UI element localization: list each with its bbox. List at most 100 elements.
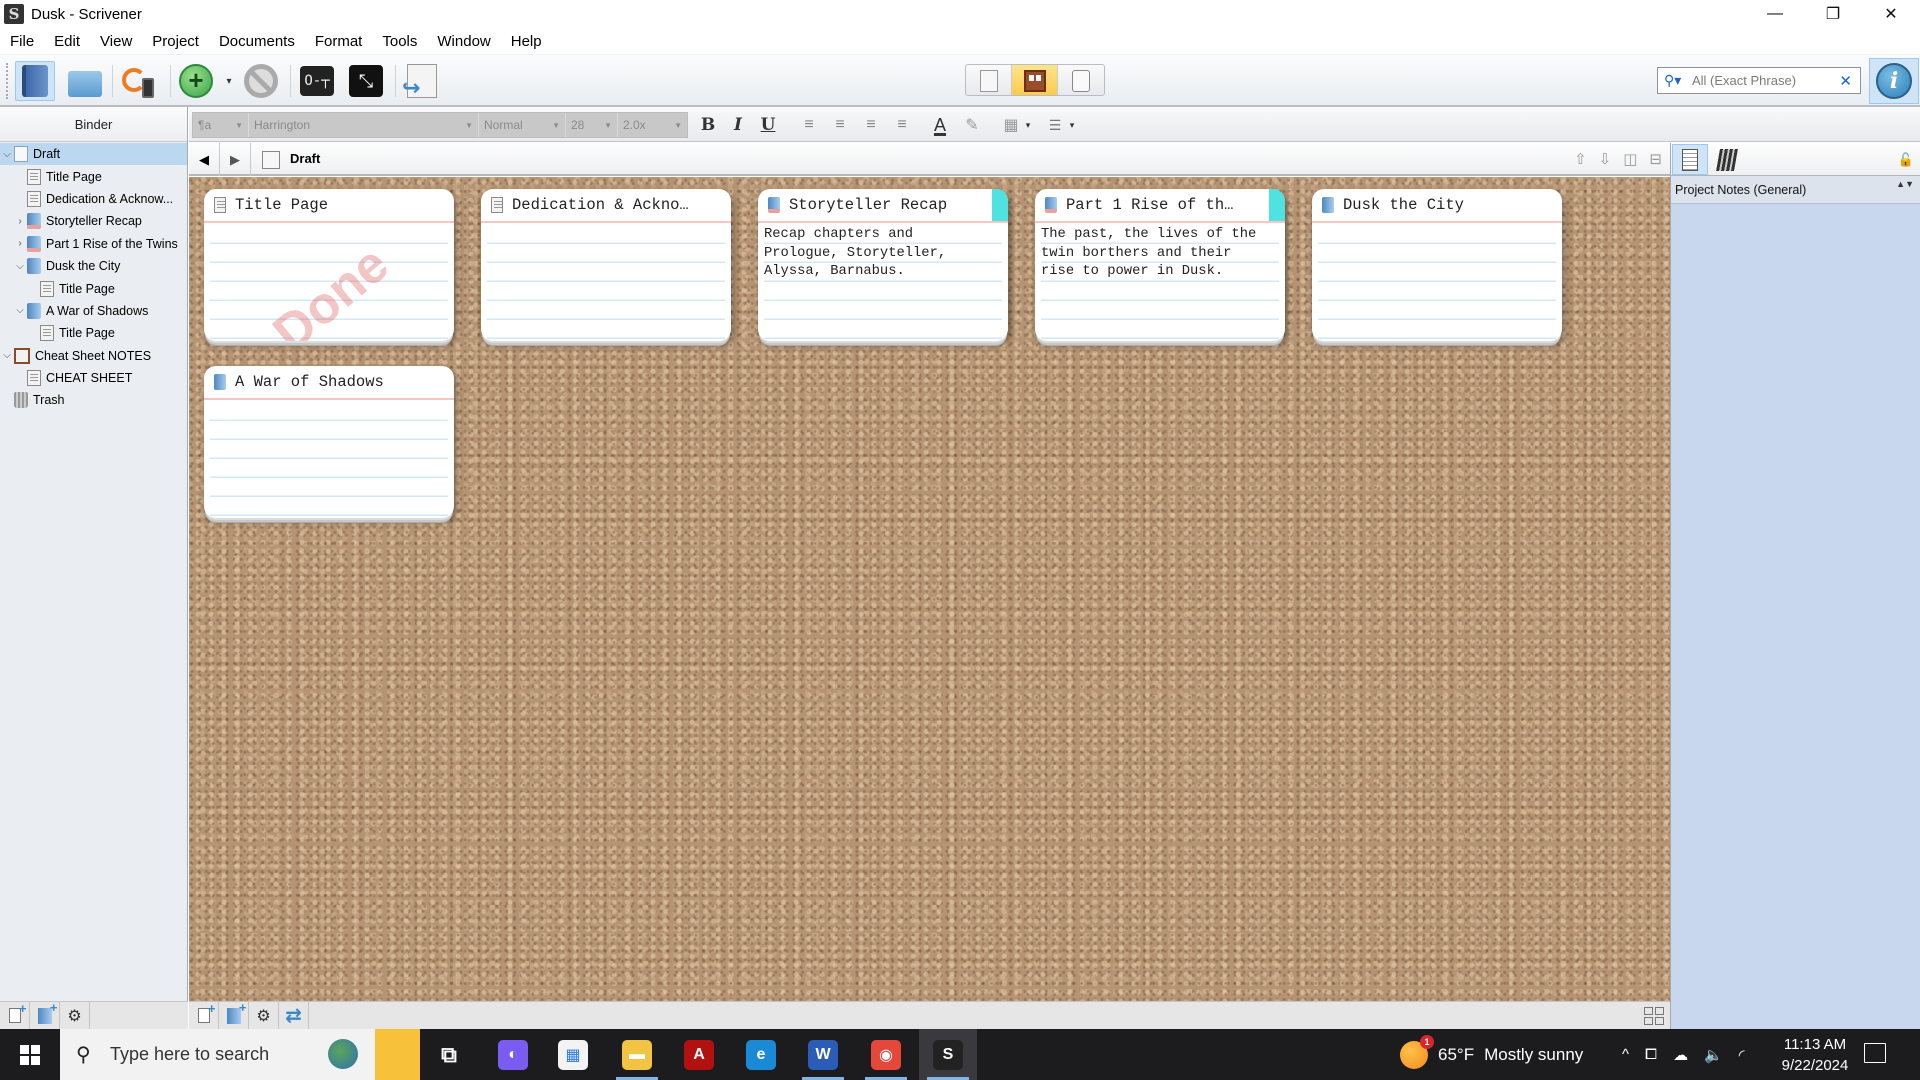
taskbar-app-copilot[interactable]: ◐: [484, 1029, 542, 1080]
binder-item[interactable]: Trash: [0, 389, 187, 411]
selector-arrows-icon[interactable]: ▲▼: [1896, 179, 1914, 189]
menu-documents[interactable]: Documents: [219, 33, 295, 50]
collections-button[interactable]: [65, 61, 105, 101]
binder-item[interactable]: CHEAT SHEET: [0, 367, 187, 389]
highlight-button[interactable]: ✎: [961, 114, 983, 136]
taskbar-app-file-explorer[interactable]: ▬: [608, 1029, 666, 1080]
typeface-select[interactable]: Normal ▼: [479, 113, 566, 137]
list-button[interactable]: ☰: [1045, 114, 1065, 136]
font-family-select[interactable]: Harrington ▼: [249, 113, 479, 137]
bookmarks-tab[interactable]: [1709, 144, 1745, 175]
close-button[interactable]: ✕: [1862, 0, 1920, 28]
card-title[interactable]: Part 1 Rise of th…: [1066, 196, 1233, 214]
taskbar-app-microsoft-store[interactable]: ▦: [544, 1029, 602, 1080]
meet-now-icon[interactable]: ⧠: [1645, 1046, 1657, 1063]
taskbar-app-acrobat[interactable]: A: [670, 1029, 728, 1080]
taskbar-app-chrome[interactable]: ◉: [857, 1029, 915, 1080]
search-icon[interactable]: ⚲▾: [1664, 72, 1692, 89]
card-header[interactable]: Dusk the City: [1312, 189, 1562, 223]
binder-toggle-button[interactable]: [15, 61, 55, 101]
chevron-right-icon[interactable]: ›: [13, 216, 27, 227]
taskbar-app-scrivener[interactable]: S: [919, 1029, 977, 1080]
align-justify-button[interactable]: ≡: [861, 114, 881, 136]
taskbar-app-edge[interactable]: e: [732, 1029, 790, 1080]
volume-icon[interactable]: 🔈: [1704, 1046, 1723, 1064]
minimize-button[interactable]: —: [1746, 0, 1804, 28]
project-notes-text-area[interactable]: [1671, 204, 1920, 1024]
card-synopsis-area[interactable]: [1312, 223, 1562, 339]
card-header[interactable]: Dedication & Ackno…: [481, 189, 731, 223]
binder-item[interactable]: ⌵ A War of Shadows: [0, 300, 187, 322]
move-up-icon[interactable]: ⇧: [1574, 150, 1587, 168]
table-dropdown-icon[interactable]: ▾: [1023, 114, 1033, 136]
bold-button[interactable]: B: [697, 114, 719, 136]
binder-item[interactable]: ⌵ Dusk the City: [0, 255, 187, 277]
menu-tools[interactable]: Tools: [382, 33, 417, 50]
onedrive-cloud-icon[interactable]: ☁: [1673, 1046, 1688, 1064]
restore-button[interactable]: ❐: [1804, 0, 1862, 28]
index-card[interactable]: Storyteller Recap Recap chapters and Prol…: [758, 189, 1008, 341]
card-title[interactable]: Storyteller Recap: [789, 196, 947, 214]
binder-item[interactable]: ⌵ Draft: [0, 143, 187, 166]
card-header[interactable]: A War of Shadows: [204, 366, 454, 400]
inspector-toggle-button[interactable]: i: [1869, 58, 1919, 104]
binder-item[interactable]: Title Page: [0, 277, 187, 299]
swap-button[interactable]: ⇄: [279, 1002, 309, 1029]
start-button[interactable]: [0, 1029, 60, 1080]
add-dropdown-button[interactable]: ▾: [216, 61, 242, 101]
card-header[interactable]: Title Page: [204, 189, 454, 223]
menu-format[interactable]: Format: [315, 33, 363, 50]
outliner-view-button[interactable]: [1058, 65, 1104, 95]
card-synopsis-area[interactable]: Recap chapters and Prologue, Storyteller…: [758, 223, 1008, 339]
binder-item[interactable]: › Part 1 Rise of the Twins: [0, 233, 187, 255]
font-size-select[interactable]: 28 ▼: [566, 113, 618, 137]
binder-settings-button[interactable]: ⚙: [60, 1002, 90, 1029]
index-card[interactable]: A War of Shadows: [204, 366, 454, 518]
binder-item[interactable]: Dedication & Acknow...: [0, 188, 187, 210]
menu-window[interactable]: Window: [437, 33, 490, 50]
card-synopsis-area[interactable]: The past, the lives of the twin borthers…: [1035, 223, 1285, 339]
project-search-field[interactable]: ⚲▾ All (Exact Phrase) ✕: [1657, 67, 1861, 94]
align-left-button[interactable]: ≡: [799, 114, 819, 136]
corkboard[interactable]: Title Page Done Dedication & Ackno… Storyte…: [189, 177, 1670, 1001]
table-button[interactable]: ▦: [1001, 114, 1021, 136]
taskbar-search-box[interactable]: ⚲ Type here to search: [60, 1029, 420, 1080]
split-horizontal-icon[interactable]: ⊟: [1649, 150, 1662, 168]
back-button[interactable]: ◀: [189, 143, 220, 176]
style-select[interactable]: ¶a ▼: [193, 113, 249, 137]
composition-mode-button[interactable]: ⤡: [346, 61, 386, 101]
menu-edit[interactable]: Edit: [54, 33, 80, 50]
card-title[interactable]: A War of Shadows: [235, 373, 384, 391]
text-color-button[interactable]: A: [929, 114, 951, 136]
menu-file[interactable]: File: [10, 33, 34, 50]
card-title[interactable]: Dusk the City: [1343, 196, 1464, 214]
align-center-button[interactable]: ≡: [830, 114, 850, 136]
weather-widget[interactable]: 1 65°F Mostly sunny: [1400, 1029, 1583, 1080]
keywords-button[interactable]: O-┬: [297, 61, 337, 101]
align-right-button[interactable]: ≡: [892, 114, 912, 136]
move-down-icon[interactable]: ⇩: [1599, 150, 1612, 168]
chevron-down-icon[interactable]: ⌵: [13, 261, 27, 272]
card-synopsis-area[interactable]: [481, 223, 731, 339]
corkboard-view-button[interactable]: [1012, 65, 1058, 95]
card-synopsis-area[interactable]: Done: [204, 223, 454, 341]
toolbar-grip[interactable]: [6, 63, 9, 99]
index-card[interactable]: Dusk the City: [1312, 189, 1562, 341]
compile-button[interactable]: [402, 61, 442, 101]
forward-button[interactable]: ▶: [220, 143, 251, 176]
card-header[interactable]: Part 1 Rise of th…: [1035, 189, 1285, 223]
search-highlight-image[interactable]: [320, 1029, 420, 1080]
notes-tab[interactable]: [1672, 144, 1708, 175]
menu-view[interactable]: View: [100, 33, 132, 50]
scrivenings-view-button[interactable]: [966, 65, 1012, 95]
index-card[interactable]: Part 1 Rise of th… The past, the lives of…: [1035, 189, 1285, 341]
list-dropdown-icon[interactable]: ▾: [1067, 114, 1077, 136]
clear-search-icon[interactable]: ✕: [1839, 72, 1852, 90]
add-folder-button[interactable]: [219, 1000, 249, 1029]
chevron-down-icon[interactable]: ⌵: [0, 149, 14, 160]
card-title[interactable]: Dedication & Ackno…: [512, 196, 689, 214]
split-vertical-icon[interactable]: ◫: [1623, 150, 1637, 168]
card-header[interactable]: Storyteller Recap: [758, 189, 1008, 223]
chevron-right-icon[interactable]: ›: [13, 238, 27, 249]
line-spacing-select[interactable]: 2.0x ▼: [618, 113, 687, 137]
